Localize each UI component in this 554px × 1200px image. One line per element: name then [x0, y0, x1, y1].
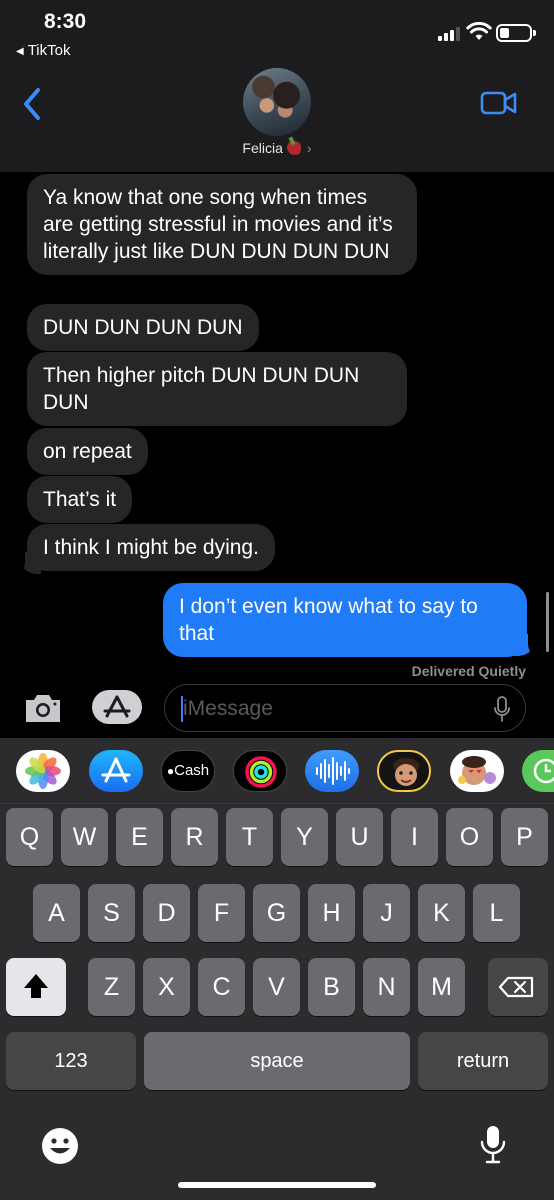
shift-key[interactable] — [6, 958, 66, 1016]
apple-cash-label: Cash — [174, 762, 210, 779]
key-m[interactable]: M — [418, 958, 465, 1016]
facetime-video-button[interactable] — [480, 90, 518, 116]
key-z[interactable]: Z — [88, 958, 135, 1016]
key-j[interactable]: J — [363, 884, 410, 942]
contact-name: Felicia — [242, 140, 283, 156]
message-bubble-received[interactable]: Then higher pitch DUN DUN DUN DUN — [27, 352, 407, 426]
chevron-right-icon: › — [306, 140, 312, 156]
activity-icon[interactable] — [233, 750, 287, 792]
key-p[interactable]: P — [501, 808, 548, 866]
key-b[interactable]: B — [308, 958, 355, 1016]
key-y[interactable]: Y — [281, 808, 328, 866]
cellular-signal-icon — [438, 25, 460, 41]
return-key[interactable]: return — [418, 1032, 548, 1090]
rose-emoji-icon — [286, 141, 301, 155]
key-d[interactable]: D — [143, 884, 190, 942]
key-f[interactable]: F — [198, 884, 245, 942]
audio-message-icon[interactable] — [305, 750, 359, 792]
microphone-icon[interactable] — [493, 696, 511, 722]
clock-icon[interactable] — [522, 750, 554, 792]
space-key[interactable]: space — [144, 1032, 410, 1090]
key-w[interactable]: W — [61, 808, 108, 866]
memoji-icon[interactable] — [377, 750, 431, 792]
status-time: 8:30 — [44, 10, 87, 33]
key-i[interactable]: I — [391, 808, 438, 866]
shift-arrow-icon — [24, 974, 48, 998]
key-k[interactable]: K — [418, 884, 465, 942]
emoji-keyboard-button[interactable] — [40, 1126, 80, 1166]
contact-name-button[interactable]: Felicia › — [0, 140, 554, 156]
message-bubble-received[interactable]: That’s it — [27, 476, 133, 523]
message-bubble-received[interactable]: DUN DUN DUN DUN — [27, 304, 259, 351]
camera-button[interactable] — [22, 690, 64, 726]
key-t[interactable]: T — [226, 808, 273, 866]
key-h[interactable]: H — [308, 884, 355, 942]
key-l[interactable]: L — [473, 884, 520, 942]
appstore-a-icon — [103, 695, 131, 718]
key-q[interactable]: Q — [6, 808, 53, 866]
wifi-icon — [466, 22, 492, 40]
memoji-stickers-icon[interactable] — [450, 750, 504, 792]
delivery-status: Delivered Quietly — [411, 663, 526, 679]
key-r[interactable]: R — [171, 808, 218, 866]
key-c[interactable]: C — [198, 958, 245, 1016]
photos-icon[interactable] — [16, 750, 70, 792]
back-to-app-link[interactable]: ◀ TikTok — [16, 42, 70, 59]
appstore-icon[interactable] — [89, 750, 143, 792]
back-triangle-icon: ◀ — [16, 46, 24, 57]
apple-cash-icon[interactable]: ●Cash — [161, 750, 215, 792]
message-input[interactable]: iMessage — [164, 684, 526, 732]
key-s[interactable]: S — [88, 884, 135, 942]
back-chevron-button[interactable] — [14, 84, 50, 124]
battery-icon — [496, 24, 536, 42]
keyboard: ●Cash Q W E R T Y U I O P A S D F G H J … — [0, 738, 554, 1200]
contact-avatar[interactable] — [243, 68, 311, 136]
bubble-tail-mask — [528, 632, 542, 658]
message-bubble-received[interactable]: on repeat — [27, 428, 148, 475]
backspace-icon — [498, 976, 534, 998]
message-input-placeholder: iMessage — [183, 697, 273, 720]
key-g[interactable]: G — [253, 884, 300, 942]
app-store-button[interactable] — [92, 690, 142, 724]
key-v[interactable]: V — [253, 958, 300, 1016]
key-e[interactable]: E — [116, 808, 163, 866]
message-bubble-received[interactable]: Ya know that one song when times are get… — [27, 174, 417, 275]
key-a[interactable]: A — [33, 884, 80, 942]
dictation-microphone-button[interactable] — [478, 1124, 508, 1166]
imessage-app-drawer: ●Cash — [0, 738, 554, 804]
key-o[interactable]: O — [446, 808, 493, 866]
conversation-header: 8:30 ◀ TikTok Felicia › — [0, 0, 554, 172]
home-indicator[interactable] — [178, 1182, 376, 1188]
back-app-label: TikTok — [27, 42, 71, 59]
key-x[interactable]: X — [143, 958, 190, 1016]
scrollbar[interactable] — [546, 592, 549, 652]
message-bubble-received[interactable]: I think I might be dying. — [27, 524, 275, 571]
key-n[interactable]: N — [363, 958, 410, 1016]
bubble-tail-mask — [11, 550, 25, 576]
delete-key[interactable] — [488, 958, 548, 1016]
key-u[interactable]: U — [336, 808, 383, 866]
message-bubble-sent[interactable]: I don’t even know what to say to that — [163, 583, 527, 657]
numbers-key[interactable]: 123 — [6, 1032, 136, 1090]
